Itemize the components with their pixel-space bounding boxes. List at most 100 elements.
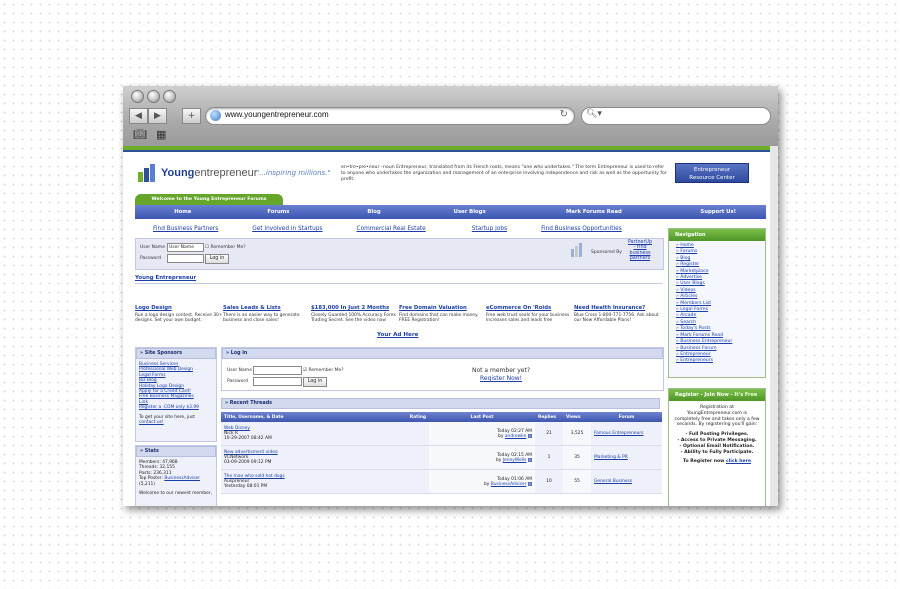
address-url[interactable]: www.youngentrepreneur.com bbox=[225, 110, 329, 119]
nav-link[interactable]: Advertise bbox=[676, 275, 702, 280]
partnerup-logo-icon bbox=[571, 243, 582, 257]
nav-link[interactable]: Entrepreneurs bbox=[676, 358, 713, 363]
nav-link[interactable]: Business Entrepreneur bbox=[676, 339, 732, 344]
partnerup-line-2[interactable]: - Find bbox=[633, 245, 646, 250]
minimize-window-button[interactable] bbox=[147, 90, 160, 103]
partnerup-line-4[interactable]: partners bbox=[630, 256, 650, 261]
subnav-real-estate[interactable]: Commercial Real Estate bbox=[357, 226, 426, 232]
nav-link[interactable]: Entrepreneur bbox=[676, 352, 711, 357]
nav-link[interactable]: Articles bbox=[676, 294, 697, 299]
ad-title[interactable]: Free Domain Valuation bbox=[399, 305, 487, 312]
add-bookmark-button[interactable]: + bbox=[182, 108, 201, 124]
rating-cell bbox=[377, 469, 429, 494]
zoom-window-button[interactable] bbox=[163, 90, 176, 103]
ad-text: Find domains that can make money. FREE R… bbox=[399, 312, 479, 324]
ad-title[interactable]: $183,000 In Just 2 Months bbox=[311, 305, 399, 312]
nav-user-blogs[interactable]: User Blogs bbox=[422, 205, 518, 219]
remember-me-label: Remember Me? bbox=[210, 245, 246, 250]
ad-title[interactable]: Logo Design bbox=[135, 305, 223, 312]
logo-icon[interactable] bbox=[137, 164, 157, 182]
nav-link[interactable]: Mark Forums Read bbox=[676, 333, 723, 338]
nav-link[interactable]: User Blogs bbox=[676, 281, 705, 286]
grid-icon[interactable]: ▦ bbox=[156, 128, 166, 141]
address-bar[interactable]: www.youngentrepreneur.com ↻ bbox=[205, 107, 575, 125]
last-post-cell: Today 01:06 AM by BusinessAdviser » bbox=[429, 469, 535, 494]
remember-me-checkbox[interactable]: ☐ Remember Me? bbox=[205, 245, 246, 250]
last-post-user-link[interactable]: JennyWells bbox=[503, 458, 527, 463]
sponsor-link[interactable]: Register a .COM only $3.99 bbox=[139, 405, 213, 410]
go-to-post-icon[interactable]: » bbox=[527, 481, 532, 486]
book-icon[interactable]: 📖︎ bbox=[133, 128, 147, 141]
username-input[interactable]: User Name bbox=[167, 243, 204, 252]
login-panel-password-input[interactable] bbox=[253, 377, 302, 386]
last-post-user-link[interactable]: BusinessAdviser bbox=[491, 482, 527, 487]
login-panel-username-input[interactable] bbox=[253, 366, 302, 375]
resource-center-button[interactable]: Entrepreneur Resource Center bbox=[675, 163, 749, 183]
subnav-jobs[interactable]: Startup Jobs bbox=[472, 226, 507, 232]
partnerup-link[interactable]: PartnerUp - Find business partners bbox=[628, 240, 652, 262]
ad-forex: $183,000 In Just 2 Months Closely Guarded… bbox=[311, 305, 399, 324]
col-title[interactable]: Title, Username, & Date bbox=[221, 412, 377, 422]
reload-icon[interactable]: ↻ bbox=[560, 109, 568, 120]
nav-link[interactable]: Search bbox=[676, 320, 696, 325]
page-scrollbar[interactable] bbox=[770, 146, 778, 506]
contact-us-link[interactable]: contact us! bbox=[139, 420, 213, 425]
nav-link[interactable]: Legal Forms bbox=[676, 307, 708, 312]
col-rating[interactable]: Rating bbox=[377, 412, 429, 422]
nav-link[interactable]: Today's Posts bbox=[676, 326, 711, 331]
go-to-post-icon[interactable]: » bbox=[527, 433, 532, 438]
go-to-post-icon[interactable]: » bbox=[527, 457, 532, 462]
forum-link[interactable]: General Business bbox=[594, 479, 632, 484]
nav-link[interactable]: Arcade bbox=[676, 313, 696, 318]
register-click-here-link[interactable]: click here bbox=[726, 459, 751, 464]
ad-title[interactable]: eCommerce On 'Roids bbox=[486, 305, 574, 312]
close-window-button[interactable] bbox=[131, 90, 144, 103]
col-views[interactable]: Views bbox=[563, 412, 591, 422]
nav-home[interactable]: Home bbox=[135, 205, 231, 219]
breadcrumb-link[interactable]: Young Entrepreneur bbox=[135, 275, 196, 281]
top-poster-link[interactable]: BusinessAdviser bbox=[164, 476, 200, 481]
recent-threads-table: Title, Username, & Date Rating Last Post… bbox=[221, 412, 662, 494]
col-replies[interactable]: Replies bbox=[535, 412, 563, 422]
forum-link[interactable]: Marketing & PR bbox=[594, 455, 628, 460]
login-button[interactable]: Log in bbox=[205, 254, 229, 264]
replies-cell: 21 bbox=[535, 422, 563, 446]
nav-link[interactable]: Blog bbox=[676, 256, 690, 261]
site-logo-text[interactable]: Youngentrepreneur bbox=[161, 167, 257, 179]
nav-support[interactable]: Support Us! bbox=[670, 205, 766, 219]
definition-text: en•tre•pre•neur –noun Entrepreneur, tran… bbox=[341, 165, 667, 182]
forward-button[interactable]: ▶ bbox=[148, 108, 167, 124]
ad-title[interactable]: Sales Leads & Lists bbox=[223, 305, 311, 312]
col-last-post[interactable]: Last Post bbox=[429, 412, 535, 422]
subnav-partners[interactable]: Find Business Partners bbox=[153, 226, 218, 232]
site-sponsors-box: » Site Sponsors Business Services Profes… bbox=[135, 347, 217, 442]
nav-link[interactable]: Members List bbox=[676, 301, 711, 306]
nav-link[interactable]: Forums bbox=[676, 249, 697, 254]
last-post-user-link[interactable]: andrewkn bbox=[505, 434, 527, 439]
ad-title[interactable]: Need Health Insurance? bbox=[574, 305, 662, 312]
username-label: User Name bbox=[140, 245, 165, 250]
login-panel-password-label: Password bbox=[227, 379, 249, 384]
nav-link[interactable]: Register bbox=[676, 262, 699, 267]
subnav-opportunities[interactable]: Find Business Opportunities bbox=[541, 226, 622, 232]
nav-mark-forums-read[interactable]: Mark Forums Read bbox=[517, 205, 670, 219]
password-input[interactable] bbox=[167, 254, 204, 263]
login-panel-button[interactable]: Log in bbox=[303, 377, 327, 387]
nav-link[interactable]: Home bbox=[676, 243, 694, 248]
forum-link[interactable]: Famous Entrepreneurs bbox=[594, 431, 644, 436]
back-button[interactable]: ◀ bbox=[129, 108, 148, 124]
search-field[interactable]: 🔍︎▾ bbox=[581, 107, 771, 125]
nav-link[interactable]: Business Forum bbox=[676, 346, 717, 351]
nav-link[interactable]: Marketplace bbox=[676, 269, 708, 274]
login-panel-username-label: User Name bbox=[227, 368, 252, 373]
subnav-startups[interactable]: Get Involved in Startups bbox=[252, 226, 322, 232]
register-now-link[interactable]: Register Now! bbox=[480, 375, 522, 382]
login-panel-remember-checkbox[interactable]: ☑ Remember Me? bbox=[303, 368, 344, 373]
nav-forums[interactable]: Forums bbox=[231, 205, 327, 219]
register-benefit: - Access to Private Messaging. bbox=[677, 437, 757, 443]
nav-blog[interactable]: Blog bbox=[326, 205, 422, 219]
views-cell: 55 bbox=[563, 469, 591, 494]
your-ad-here-link[interactable]: Your Ad Here bbox=[377, 332, 418, 338]
nav-link[interactable]: Videos bbox=[676, 288, 696, 293]
col-forum[interactable]: Forum bbox=[591, 412, 662, 422]
